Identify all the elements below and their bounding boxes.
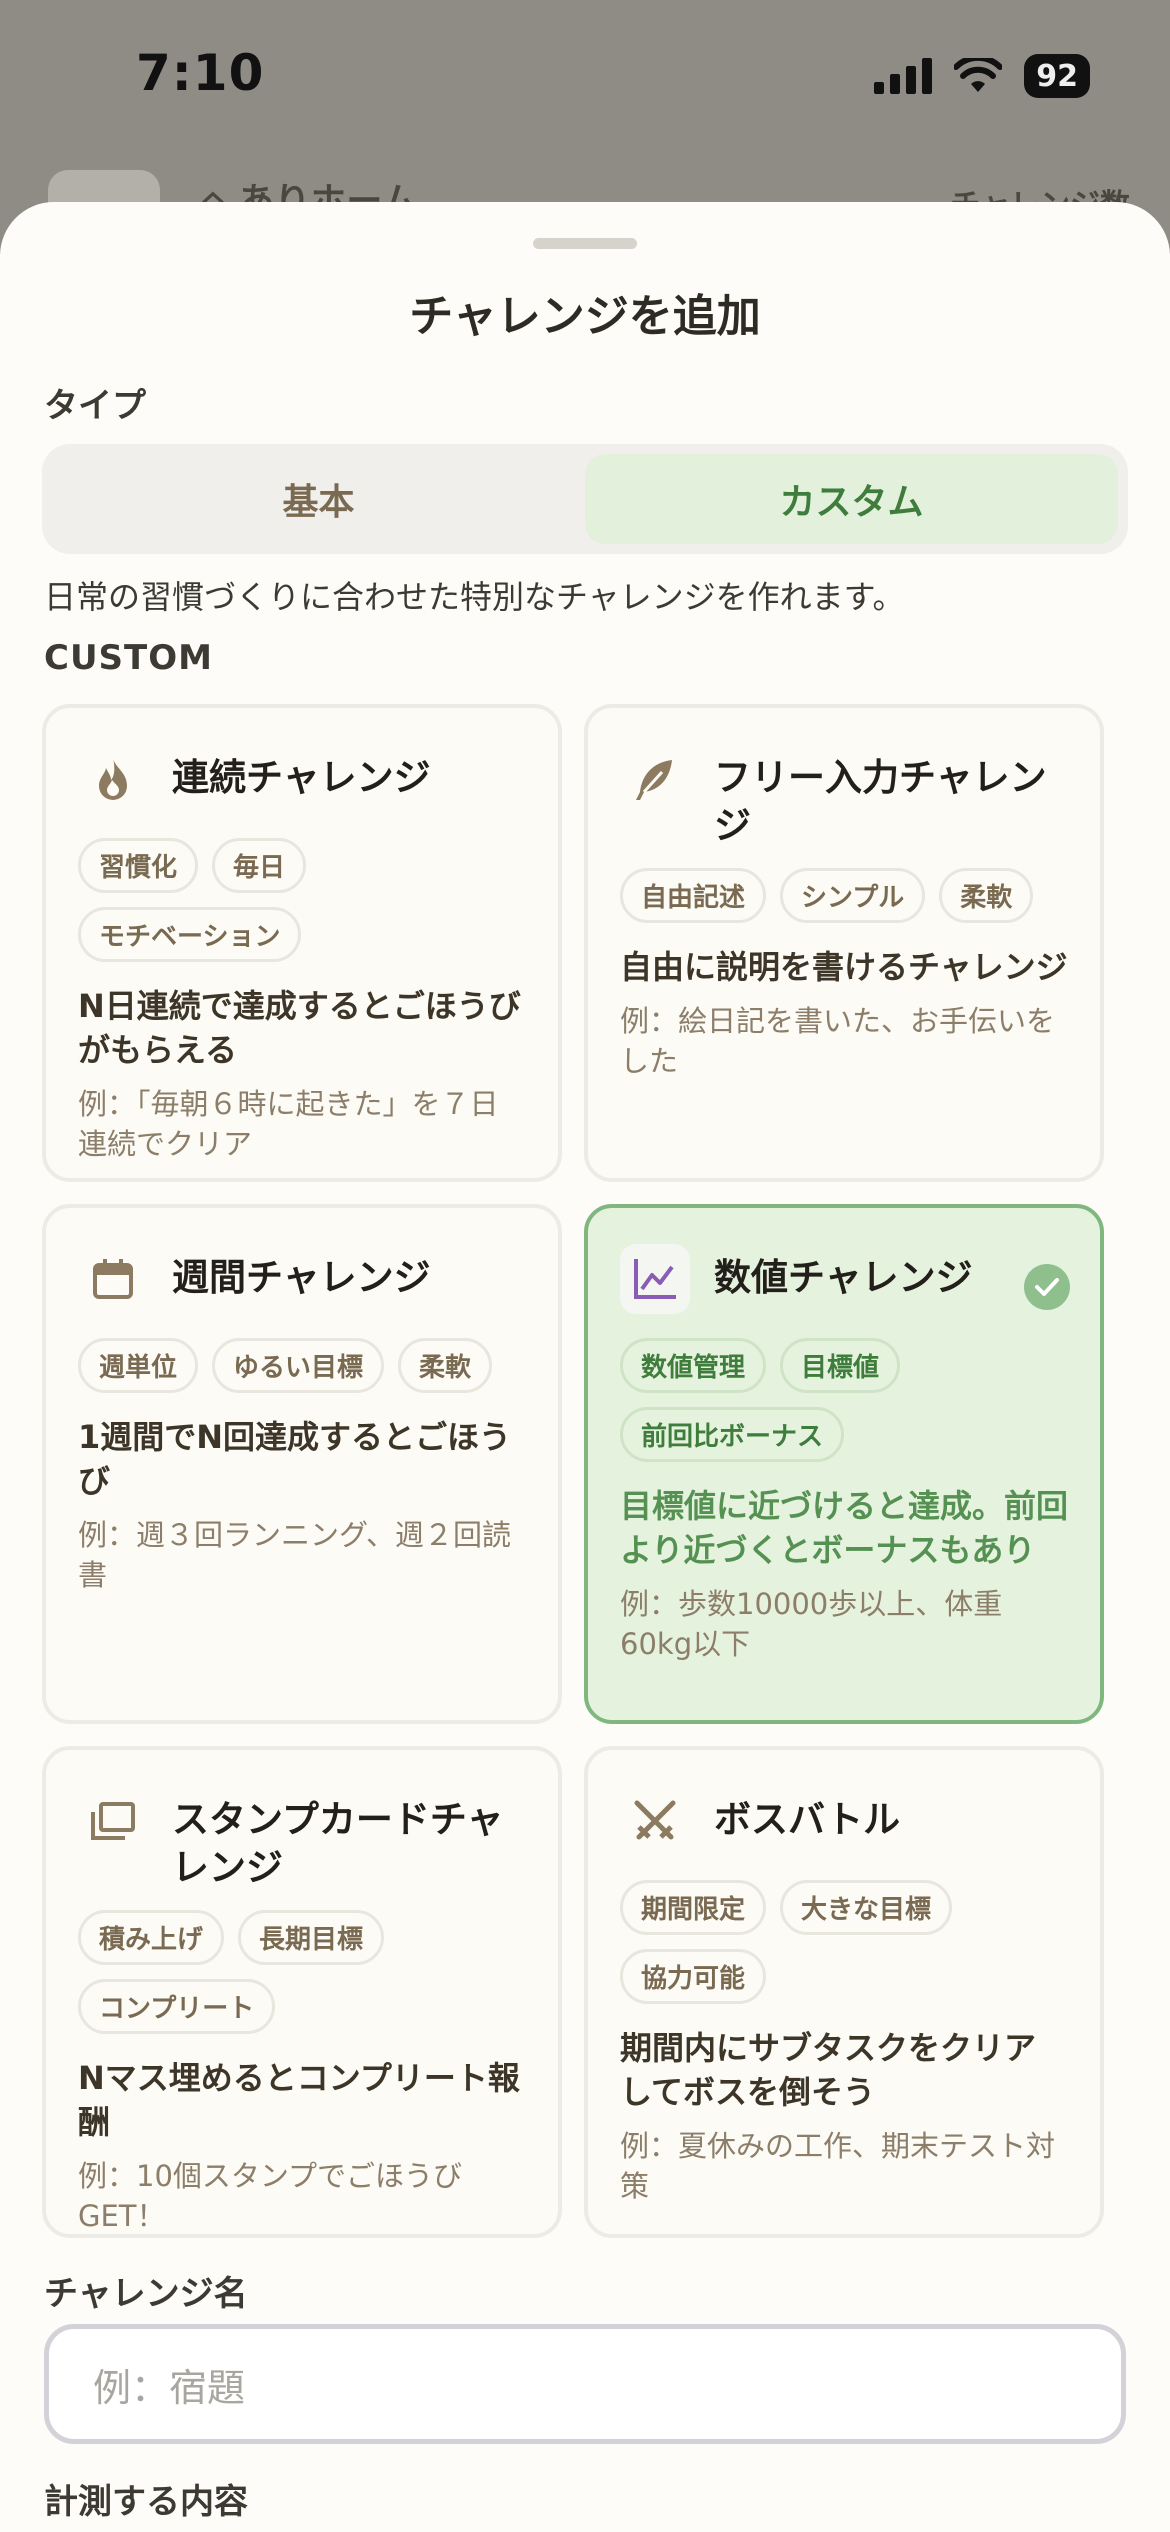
check-icon: [1024, 1264, 1070, 1310]
card-description: 目標値に近づけると達成。前回より近づくとボーナスもあり: [620, 1487, 1069, 1569]
challenge-card-weekly[interactable]: 週間チャレンジ 週単位 ゆるい目標 柔軟 1週間でN回達成するとごほうび 例：週…: [42, 1204, 562, 1724]
tag-list: 数値管理 目標値 前回比ボーナス: [620, 1338, 1068, 1462]
custom-label: CUSTOM: [44, 638, 213, 678]
swords-icon: [620, 1786, 690, 1856]
tag: 長期目標: [238, 1910, 385, 1965]
challenge-card-boss-battle[interactable]: ボスバトル 期間限定 大きな目標 協力可能 期間内にサブタスクをクリアしてボスを…: [584, 1746, 1104, 2238]
tag: コンプリート: [78, 1979, 276, 2034]
challenge-name-placeholder: 例：宿題: [93, 2365, 246, 2410]
status-time: 7:10: [136, 44, 265, 102]
tag: モチベーション: [78, 907, 302, 962]
tag: 大きな目標: [780, 1880, 953, 1935]
segment-custom[interactable]: カスタム: [585, 454, 1118, 544]
card-example: 例：絵日記を書いた、お手伝いをした: [620, 1004, 1056, 1078]
tag-list: 積み上げ 長期目標 コンプリート: [78, 1910, 526, 2034]
measure-label: 計測する内容: [44, 2482, 248, 2522]
card-description: 期間内にサブタスクをクリアしてボスを倒そう: [620, 2029, 1037, 2111]
tag: 習慣化: [78, 838, 199, 893]
tag: 目標値: [780, 1338, 901, 1393]
feather-icon: [620, 744, 690, 814]
signal-icon: [874, 58, 933, 94]
tag: 自由記述: [620, 868, 767, 923]
flame-icon: [78, 744, 148, 814]
challenge-card-free-input[interactable]: フリー入力チャレンジ 自由記述 シンプル 柔軟 自由に説明を書けるチャレンジ 例…: [584, 704, 1104, 1182]
card-title: 週間チャレンジ: [172, 1256, 431, 1299]
card-description: 自由に説明を書けるチャレンジ: [620, 948, 1068, 986]
card-title: スタンプカードチャレンジ: [172, 1798, 504, 1889]
tag: ゆるい目標: [212, 1338, 385, 1393]
wifi-icon: [954, 58, 1003, 92]
card-example: 例：10個スタンプでごほうびGET！: [78, 2159, 463, 2233]
card-title: ボスバトル: [714, 1798, 901, 1841]
challenge-card-streak[interactable]: 連続チャレンジ 習慣化 毎日 モチベーション N日連続で達成するとごほうびがもら…: [42, 704, 562, 1182]
tag: 柔軟: [398, 1338, 493, 1393]
segment-basic[interactable]: 基本: [52, 454, 585, 544]
battery-indicator: 92: [1024, 54, 1090, 98]
status-icons: 92: [874, 54, 1090, 98]
card-example: 例：「毎朝６時に起きた」を７日連続でクリア: [78, 1087, 499, 1161]
tag: 毎日: [212, 838, 307, 893]
sheet-grabber[interactable]: [533, 238, 637, 249]
type-segmented-control: 基本 カスタム: [42, 444, 1128, 554]
tag: 協力可能: [620, 1949, 767, 2004]
tag-list: 自由記述 シンプル 柔軟: [620, 868, 1068, 923]
card-description: 1週間でN回達成するとごほうび: [78, 1418, 512, 1500]
type-description: 日常の習慣づくりに合わせた特別なチャレンジを作れます。: [44, 578, 905, 616]
card-description: N日連続で達成するとごほうびがもらえる: [78, 987, 521, 1069]
tag-list: 期間限定 大きな目標 協力可能: [620, 1880, 1068, 2004]
card-description: Nマス埋めるとコンプリート報酬: [78, 2059, 520, 2141]
challenge-card-numeric[interactable]: 数値チャレンジ 数値管理 目標値 前回比ボーナス 目標値に近づけると達成。前回よ…: [584, 1204, 1104, 1724]
tag: シンプル: [780, 868, 926, 923]
status-bar: 7:10 92: [0, 0, 1170, 150]
calendar-icon: [78, 1244, 148, 1314]
cards-icon: [78, 1786, 148, 1856]
tag: 数値管理: [620, 1338, 767, 1393]
challenge-card-stamp[interactable]: スタンプカードチャレンジ 積み上げ 長期目標 コンプリート Nマス埋めるとコンプ…: [42, 1746, 562, 2238]
chart-line-icon: [620, 1244, 690, 1314]
challenge-name-input[interactable]: 例：宿題: [44, 2324, 1126, 2444]
tag-list: 習慣化 毎日 モチベーション: [78, 838, 526, 962]
tag: 前回比ボーナス: [620, 1407, 845, 1462]
type-label: タイプ: [44, 386, 146, 426]
sheet-title: チャレンジを追加: [409, 291, 761, 342]
card-example: 例：歩数10000歩以上、体重60kg以下: [620, 1587, 1003, 1661]
card-example: 例：夏休みの工作、期末テスト対策: [620, 2129, 1056, 2203]
tag: 柔軟: [939, 868, 1034, 923]
tag: 積み上げ: [78, 1910, 225, 1965]
tag-list: 週単位 ゆるい目標 柔軟: [78, 1338, 526, 1393]
card-title: 数値チャレンジ: [714, 1256, 973, 1299]
challenge-name-label: チャレンジ名: [44, 2274, 248, 2314]
tag: 期間限定: [620, 1880, 767, 1935]
card-example: 例：週３回ランニング、週２回読書: [78, 1518, 511, 1592]
card-title: フリー入力チャレンジ: [714, 756, 1047, 847]
card-title: 連続チャレンジ: [172, 756, 431, 799]
add-challenge-sheet: チャレンジを追加 タイプ 基本 カスタム 日常の習慣づくりに合わせた特別なチャレ…: [0, 202, 1170, 2532]
tag: 週単位: [78, 1338, 199, 1393]
